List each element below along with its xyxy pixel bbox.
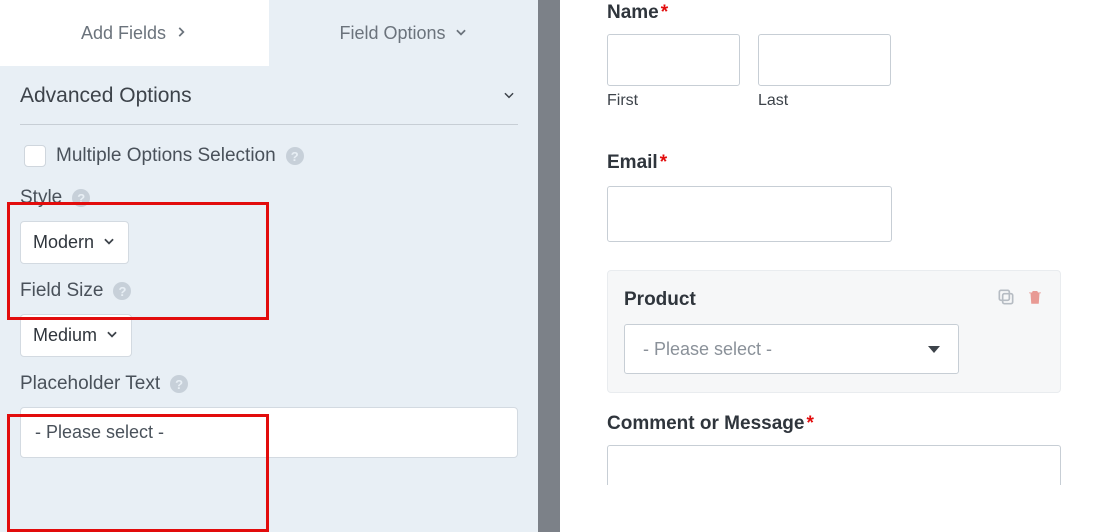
tab-add-fields[interactable]: Add Fields — [0, 0, 269, 66]
panel-gutter — [538, 0, 560, 532]
product-field-block: Product - Please select - — [607, 270, 1061, 393]
trash-icon[interactable] — [1026, 287, 1044, 312]
field-size-group: Field Size ? Medium — [0, 274, 538, 367]
chevron-down-icon — [105, 325, 119, 346]
help-icon[interactable]: ? — [113, 282, 131, 300]
required-asterisk: * — [660, 152, 667, 173]
email-label: Email — [607, 152, 658, 173]
tab-field-options[interactable]: Field Options — [269, 0, 538, 66]
placeholder-text-label: Placeholder Text — [20, 373, 160, 395]
chevron-down-icon — [502, 84, 516, 108]
product-label: Product — [624, 289, 696, 311]
tab-add-fields-label: Add Fields — [81, 23, 166, 44]
first-name-input[interactable] — [607, 34, 740, 86]
product-select[interactable]: - Please select - — [624, 324, 959, 374]
style-group: Style ? Modern — [0, 181, 538, 274]
name-label: Name — [607, 2, 659, 23]
chevron-down-icon — [102, 232, 116, 253]
chevron-down-icon — [454, 23, 468, 44]
divider — [20, 124, 518, 125]
required-asterisk: * — [661, 2, 668, 23]
email-input[interactable] — [607, 186, 892, 242]
caret-down-icon — [928, 346, 940, 353]
last-sublabel: Last — [758, 92, 891, 110]
first-sublabel: First — [607, 92, 740, 110]
style-label: Style — [20, 187, 62, 209]
comment-field-block: Comment or Message* — [607, 413, 1061, 485]
multiple-options-row: Multiple Options Selection ? — [0, 141, 538, 181]
placeholder-text-group: Placeholder Text ? — [0, 367, 538, 468]
last-name-input[interactable] — [758, 34, 891, 86]
comment-input[interactable] — [607, 445, 1061, 485]
section-title: Advanced Options — [20, 84, 192, 108]
sidebar-panel: Add Fields Field Options Advanced Option… — [0, 0, 538, 532]
help-icon[interactable]: ? — [286, 147, 304, 165]
field-size-value: Medium — [33, 325, 97, 346]
comment-label: Comment or Message — [607, 413, 804, 434]
name-field-block: Name* First Last — [607, 2, 1061, 110]
placeholder-text-input[interactable] — [20, 407, 518, 458]
style-select[interactable]: Modern — [20, 221, 129, 264]
advanced-options-header[interactable]: Advanced Options — [0, 66, 538, 124]
chevron-right-icon — [174, 23, 188, 44]
email-field-block: Email* — [607, 152, 1061, 242]
tab-field-options-label: Field Options — [339, 23, 445, 44]
help-icon[interactable]: ? — [170, 375, 188, 393]
multiple-options-checkbox[interactable] — [24, 145, 46, 167]
style-value: Modern — [33, 232, 94, 253]
field-size-select[interactable]: Medium — [20, 314, 132, 357]
help-icon[interactable]: ? — [72, 189, 90, 207]
product-placeholder: - Please select - — [643, 339, 772, 360]
duplicate-icon[interactable] — [996, 287, 1016, 312]
multiple-options-label: Multiple Options Selection — [56, 145, 276, 167]
tabs: Add Fields Field Options — [0, 0, 538, 66]
field-size-label: Field Size — [20, 280, 103, 302]
form-preview-panel: Name* First Last Email* Product — [560, 0, 1116, 532]
required-asterisk: * — [806, 413, 813, 434]
